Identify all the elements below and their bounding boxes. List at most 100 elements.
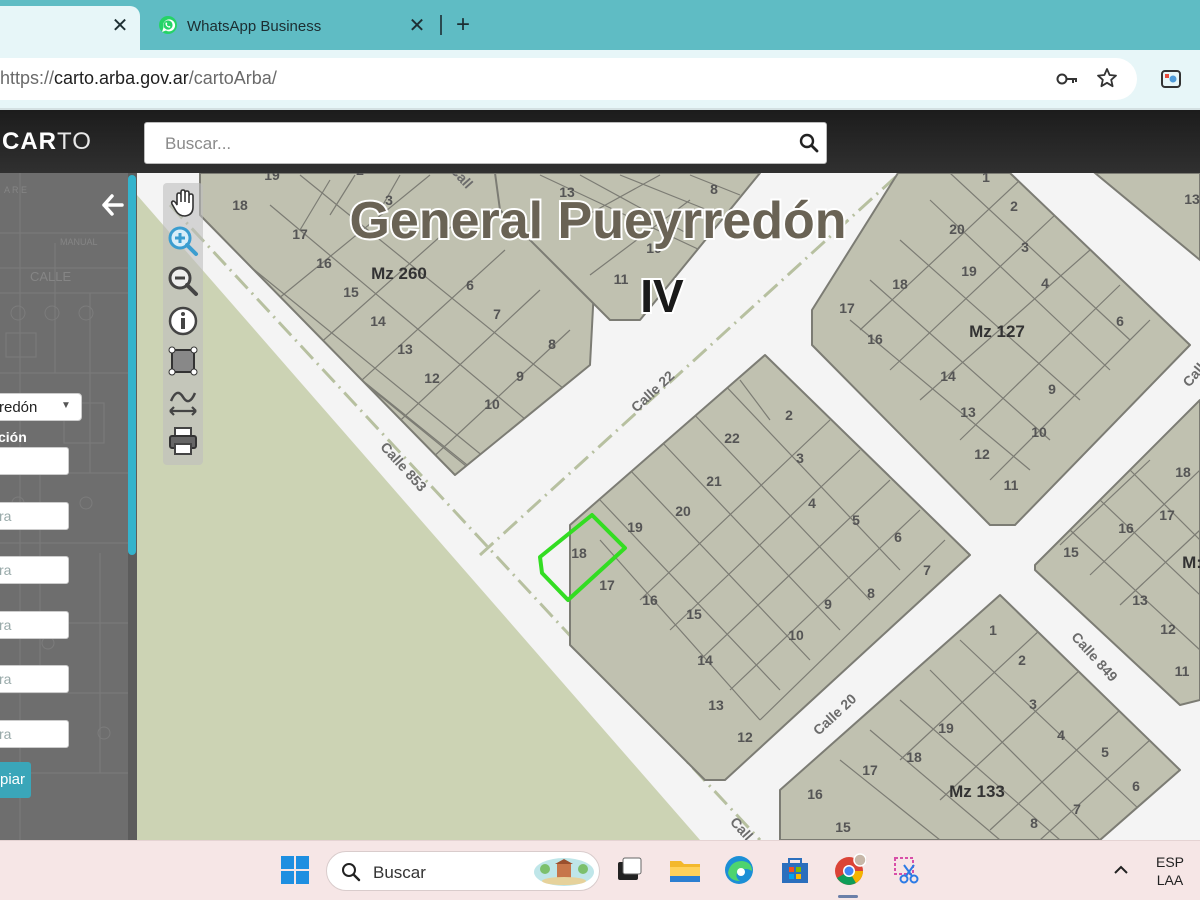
chrome-browser-icon[interactable] <box>832 853 866 887</box>
svg-text:17: 17 <box>599 577 615 593</box>
svg-text:19: 19 <box>627 519 643 535</box>
circunscripcion-label: IV <box>640 270 684 322</box>
field-label: ción <box>0 429 27 445</box>
svg-text:16: 16 <box>316 255 332 271</box>
svg-text:16: 16 <box>642 592 658 608</box>
svg-text:21: 21 <box>706 473 722 489</box>
sidebar-input-3[interactable]: ra <box>0 556 69 584</box>
street-label: Calle 22 <box>628 367 678 415</box>
url-path: /cartoArba/ <box>188 68 277 88</box>
tab-close-icon[interactable]: ✕ <box>405 14 429 38</box>
svg-text:CALLE: CALLE <box>30 269 72 284</box>
sidebar-scrollbar-thumb[interactable] <box>128 175 136 555</box>
svg-text:17: 17 <box>862 762 878 778</box>
svg-text:18: 18 <box>1175 464 1191 480</box>
logo-bold: CAR <box>2 128 57 155</box>
tab-label: WhatsApp Business <box>187 18 322 35</box>
language-code: ESP <box>1155 854 1184 870</box>
sidebar-input-1[interactable] <box>0 447 69 475</box>
sidebar-input-6[interactable]: ra <box>0 720 69 748</box>
omnibox[interactable]: https://carto.arba.gov.ar/cartoArba/ <box>0 58 1137 100</box>
svg-text:17: 17 <box>292 226 308 242</box>
svg-text:4: 4 <box>808 495 816 511</box>
extension-icon[interactable] <box>1160 68 1182 90</box>
svg-text:MANUAL: MANUAL <box>60 237 98 247</box>
file-explorer-icon[interactable] <box>668 853 702 887</box>
edge-browser-icon[interactable] <box>722 853 756 887</box>
tab-whatsapp-business[interactable]: WhatsApp Business ✕ <box>150 6 435 46</box>
svg-text:7: 7 <box>923 562 931 578</box>
svg-text:12: 12 <box>1160 621 1176 637</box>
svg-text:7: 7 <box>493 306 501 322</box>
svg-text:2: 2 <box>1018 652 1026 668</box>
collapse-arrow-left-icon[interactable] <box>100 193 124 217</box>
browser-tab-strip: ✕ WhatsApp Business ✕ + <box>0 0 1200 50</box>
search-icon[interactable] <box>799 133 819 153</box>
cadastral-map[interactable]: 19231817 161514131210 6789 1381011 12203… <box>137 173 1200 840</box>
task-view-icon[interactable] <box>612 853 646 887</box>
svg-text:19: 19 <box>938 720 954 736</box>
svg-text:15: 15 <box>835 819 851 835</box>
url-host: carto.arba.gov.ar <box>54 68 189 88</box>
tab-active[interactable]: ✕ <box>0 6 140 50</box>
language-indicator[interactable]: ESP LAA <box>1150 853 1190 889</box>
partido-title: General Pueyrredón <box>349 192 846 250</box>
svg-text:18: 18 <box>232 197 248 213</box>
carto-logo: CARTO <box>2 128 92 156</box>
svg-text:2: 2 <box>356 173 364 178</box>
svg-text:19: 19 <box>264 173 280 183</box>
svg-text:9: 9 <box>1048 381 1056 397</box>
svg-text:13: 13 <box>960 404 976 420</box>
svg-text:10: 10 <box>484 396 500 412</box>
search-box <box>144 122 827 164</box>
address-bar-row: https://carto.arba.gov.ar/cartoArba/ <box>0 50 1200 108</box>
system-tray-chevron-up-icon[interactable] <box>1112 861 1130 879</box>
block-top-right[interactable] <box>1093 173 1200 262</box>
svg-text:12: 12 <box>424 370 440 386</box>
zoom-out-icon[interactable] <box>167 265 199 297</box>
svg-text:18: 18 <box>892 276 908 292</box>
sidebar-input-5[interactable]: ra <box>0 665 69 693</box>
tab-close-icon[interactable]: ✕ <box>108 14 132 38</box>
tab-separator <box>440 15 442 35</box>
svg-text:15: 15 <box>686 606 702 622</box>
sidebar-input-4[interactable]: ra <box>0 611 69 639</box>
search-input[interactable] <box>165 132 765 156</box>
measure-area-icon[interactable] <box>167 345 199 377</box>
svg-text:11: 11 <box>1175 663 1190 679</box>
svg-text:6: 6 <box>894 529 902 545</box>
microsoft-store-icon[interactable] <box>778 853 812 887</box>
app-header: CARTO <box>0 110 1200 173</box>
svg-text:13: 13 <box>1184 191 1200 207</box>
keyboard-layout: LAA <box>1156 872 1184 888</box>
bookmark-star-icon[interactable] <box>1096 67 1118 89</box>
svg-text:13: 13 <box>397 341 413 357</box>
zoom-in-icon[interactable] <box>167 225 199 257</box>
info-icon[interactable] <box>167 305 199 337</box>
svg-text:6: 6 <box>466 277 474 293</box>
taskbar-search[interactable]: Buscar <box>326 851 600 891</box>
partido-select[interactable]: redón ▼ <box>0 393 82 421</box>
logo-thin: TO <box>57 128 92 155</box>
active-app-indicator <box>838 895 858 898</box>
windows-start-icon[interactable] <box>280 855 310 885</box>
snipping-tool-icon[interactable] <box>890 853 924 887</box>
print-icon[interactable] <box>167 425 199 457</box>
partido-select-value: redón <box>0 399 38 416</box>
sidebar-panel: A R E MANUAL CALLE redón ▼ ción ra ra ra r… <box>0 173 137 840</box>
svg-text:19: 19 <box>961 263 977 279</box>
search-highlight-art-icon <box>534 858 594 886</box>
svg-text:14: 14 <box>697 652 713 668</box>
clear-button[interactable]: piar <box>0 762 31 798</box>
svg-text:3: 3 <box>1021 239 1029 255</box>
map-canvas[interactable]: 19231817 161514131210 6789 1381011 12203… <box>137 173 1200 840</box>
svg-text:A R E: A R E <box>4 185 27 195</box>
sidebar-input-2[interactable]: ra <box>0 502 69 530</box>
password-key-icon[interactable] <box>1055 68 1079 90</box>
manzana-label: Mz 260 <box>371 264 427 283</box>
svg-text:7: 7 <box>1073 801 1081 817</box>
measure-distance-icon[interactable] <box>167 385 199 417</box>
pan-hand-icon[interactable] <box>167 187 199 219</box>
svg-text:15: 15 <box>343 284 359 300</box>
new-tab-button[interactable]: + <box>450 10 476 40</box>
